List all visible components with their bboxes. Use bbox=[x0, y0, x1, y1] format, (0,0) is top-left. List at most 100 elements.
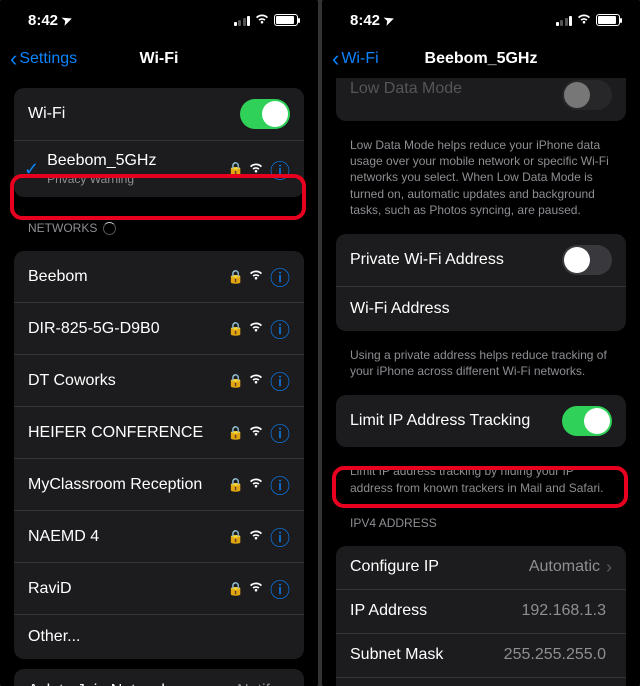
nav-bar: ‹ Wi-Fi Beebom_5GHz bbox=[322, 40, 640, 78]
info-icon[interactable]: ⓘ bbox=[270, 470, 290, 499]
ip-label: IP Address bbox=[350, 602, 521, 620]
wifi-icon bbox=[254, 12, 270, 29]
subnet-label: Subnet Mask bbox=[350, 646, 504, 664]
back-button[interactable]: ‹ Settings bbox=[10, 46, 77, 72]
network-row[interactable]: Beebom🔒 ⓘ bbox=[14, 251, 304, 303]
other-network-row[interactable]: Other... bbox=[14, 615, 304, 659]
network-row[interactable]: DIR-825-5G-D9B0🔒 ⓘ bbox=[14, 303, 304, 355]
chevron-left-icon: ‹ bbox=[332, 46, 339, 72]
private-footer: Using a private address helps reduce tra… bbox=[322, 341, 640, 385]
nav-bar: ‹ Settings Wi-Fi bbox=[0, 40, 318, 78]
networks-header: NETWORKS bbox=[0, 207, 318, 241]
battery-icon bbox=[274, 14, 298, 26]
page-title: Wi-Fi bbox=[140, 50, 179, 68]
network-name: RaviD bbox=[28, 580, 228, 598]
ip-value: 192.168.1.3 bbox=[521, 602, 606, 620]
chevron-right-icon: › bbox=[606, 557, 612, 578]
chevron-right-icon: › bbox=[284, 681, 290, 686]
ask-label: Ask to Join Networks bbox=[28, 682, 237, 686]
low-data-toggle[interactable] bbox=[562, 80, 612, 110]
ask-value: Notify bbox=[237, 682, 278, 686]
info-icon[interactable]: ⓘ bbox=[270, 574, 290, 603]
ipv4-header: IPV4 ADDRESS bbox=[322, 502, 640, 536]
connected-name: Beebom_5GHz bbox=[47, 152, 228, 170]
status-bar: 8:42 ➤ bbox=[0, 0, 318, 40]
limit-tracking-row: Limit IP Address Tracking bbox=[336, 395, 626, 447]
network-name: DIR-825-5G-D9B0 bbox=[28, 320, 228, 338]
wifi-signal-icon bbox=[248, 320, 264, 337]
phone-left: 8:42 ➤ ‹ Settings Wi-Fi Wi-Fi ✓ bbox=[0, 0, 318, 686]
back-button[interactable]: ‹ Wi-Fi bbox=[332, 46, 379, 72]
network-row[interactable]: DT Coworks🔒 ⓘ bbox=[14, 355, 304, 407]
private-address-toggle[interactable] bbox=[562, 245, 612, 275]
low-data-footer: Low Data Mode helps reduce your iPhone d… bbox=[322, 131, 640, 224]
limit-footer: Limit IP address tracking by hiding your… bbox=[322, 457, 640, 501]
lock-icon: 🔒 bbox=[228, 425, 244, 441]
configure-ip-label: Configure IP bbox=[350, 558, 529, 576]
wifi-icon bbox=[576, 12, 592, 29]
configure-ip-value: Automatic bbox=[529, 558, 600, 576]
wifi-signal-icon bbox=[248, 372, 264, 389]
status-bar: 8:42 ➤ bbox=[322, 0, 640, 40]
info-icon[interactable]: ⓘ bbox=[270, 418, 290, 447]
location-icon: ➤ bbox=[382, 12, 396, 29]
limit-toggle[interactable] bbox=[562, 406, 612, 436]
lock-icon: 🔒 bbox=[228, 529, 244, 545]
lock-icon: 🔒 bbox=[228, 269, 244, 285]
network-name: NAEMD 4 bbox=[28, 528, 228, 546]
phone-right: 8:42 ➤ ‹ Wi-Fi Beebom_5GHz Low Data Mode… bbox=[322, 0, 640, 686]
status-time: 8:42 bbox=[350, 12, 380, 29]
router-row: Router 192.168.1.1 bbox=[336, 678, 626, 686]
ip-address-row: IP Address 192.168.1.3 bbox=[336, 590, 626, 634]
info-icon[interactable]: ⓘ bbox=[270, 155, 290, 184]
cellular-icon bbox=[234, 15, 251, 26]
lock-icon: 🔒 bbox=[228, 581, 244, 597]
wifi-signal-icon bbox=[248, 268, 264, 285]
network-row[interactable]: HEIFER CONFERENCE🔒 ⓘ bbox=[14, 407, 304, 459]
network-row[interactable]: RaviD🔒 ⓘ bbox=[14, 563, 304, 615]
network-name: DT Coworks bbox=[28, 372, 228, 390]
network-row[interactable]: NAEMD 4🔒 ⓘ bbox=[14, 511, 304, 563]
back-label: Wi-Fi bbox=[341, 50, 378, 68]
cellular-icon bbox=[556, 15, 573, 26]
info-icon[interactable]: ⓘ bbox=[270, 314, 290, 343]
back-label: Settings bbox=[19, 50, 77, 68]
checkmark-icon: ✓ bbox=[24, 159, 39, 180]
subnet-row: Subnet Mask 255.255.255.0 bbox=[336, 634, 626, 678]
info-icon[interactable]: ⓘ bbox=[270, 262, 290, 291]
wifi-toggle-row: Wi-Fi bbox=[14, 88, 304, 141]
network-name: HEIFER CONFERENCE bbox=[28, 424, 228, 442]
lock-icon: 🔒 bbox=[228, 477, 244, 493]
private-address-label: Private Wi-Fi Address bbox=[350, 251, 562, 269]
info-icon[interactable]: ⓘ bbox=[270, 522, 290, 551]
low-data-label: Low Data Mode bbox=[350, 80, 562, 98]
wifi-signal-icon bbox=[248, 580, 264, 597]
low-data-row: Low Data Mode bbox=[336, 78, 626, 121]
location-icon: ➤ bbox=[60, 12, 74, 29]
network-row[interactable]: MyClassroom Reception🔒 ⓘ bbox=[14, 459, 304, 511]
configure-ip-row[interactable]: Configure IP Automatic › bbox=[336, 546, 626, 590]
ask-to-join-row[interactable]: Ask to Join Networks Notify › bbox=[14, 669, 304, 686]
connected-network-row[interactable]: ✓ Beebom_5GHz Privacy Warning 🔒 ⓘ bbox=[14, 141, 304, 197]
battery-icon bbox=[596, 14, 620, 26]
subnet-value: 255.255.255.0 bbox=[504, 646, 606, 664]
wifi-signal-icon bbox=[248, 476, 264, 493]
limit-label: Limit IP Address Tracking bbox=[350, 412, 562, 430]
wifi-label: Wi-Fi bbox=[28, 105, 240, 123]
wifi-address-label: Wi-Fi Address bbox=[350, 300, 612, 318]
spinner-icon bbox=[103, 222, 116, 235]
lock-icon: 🔒 bbox=[228, 161, 244, 177]
wifi-signal-icon bbox=[248, 161, 264, 178]
chevron-left-icon: ‹ bbox=[10, 46, 17, 72]
network-name: MyClassroom Reception bbox=[28, 476, 228, 494]
lock-icon: 🔒 bbox=[228, 321, 244, 337]
status-time: 8:42 bbox=[28, 12, 58, 29]
wifi-signal-icon bbox=[248, 528, 264, 545]
lock-icon: 🔒 bbox=[228, 373, 244, 389]
other-label: Other... bbox=[28, 628, 290, 646]
page-title: Beebom_5GHz bbox=[425, 50, 538, 68]
wifi-toggle[interactable] bbox=[240, 99, 290, 129]
network-name: Beebom bbox=[28, 268, 228, 286]
wifi-signal-icon bbox=[248, 424, 264, 441]
info-icon[interactable]: ⓘ bbox=[270, 366, 290, 395]
